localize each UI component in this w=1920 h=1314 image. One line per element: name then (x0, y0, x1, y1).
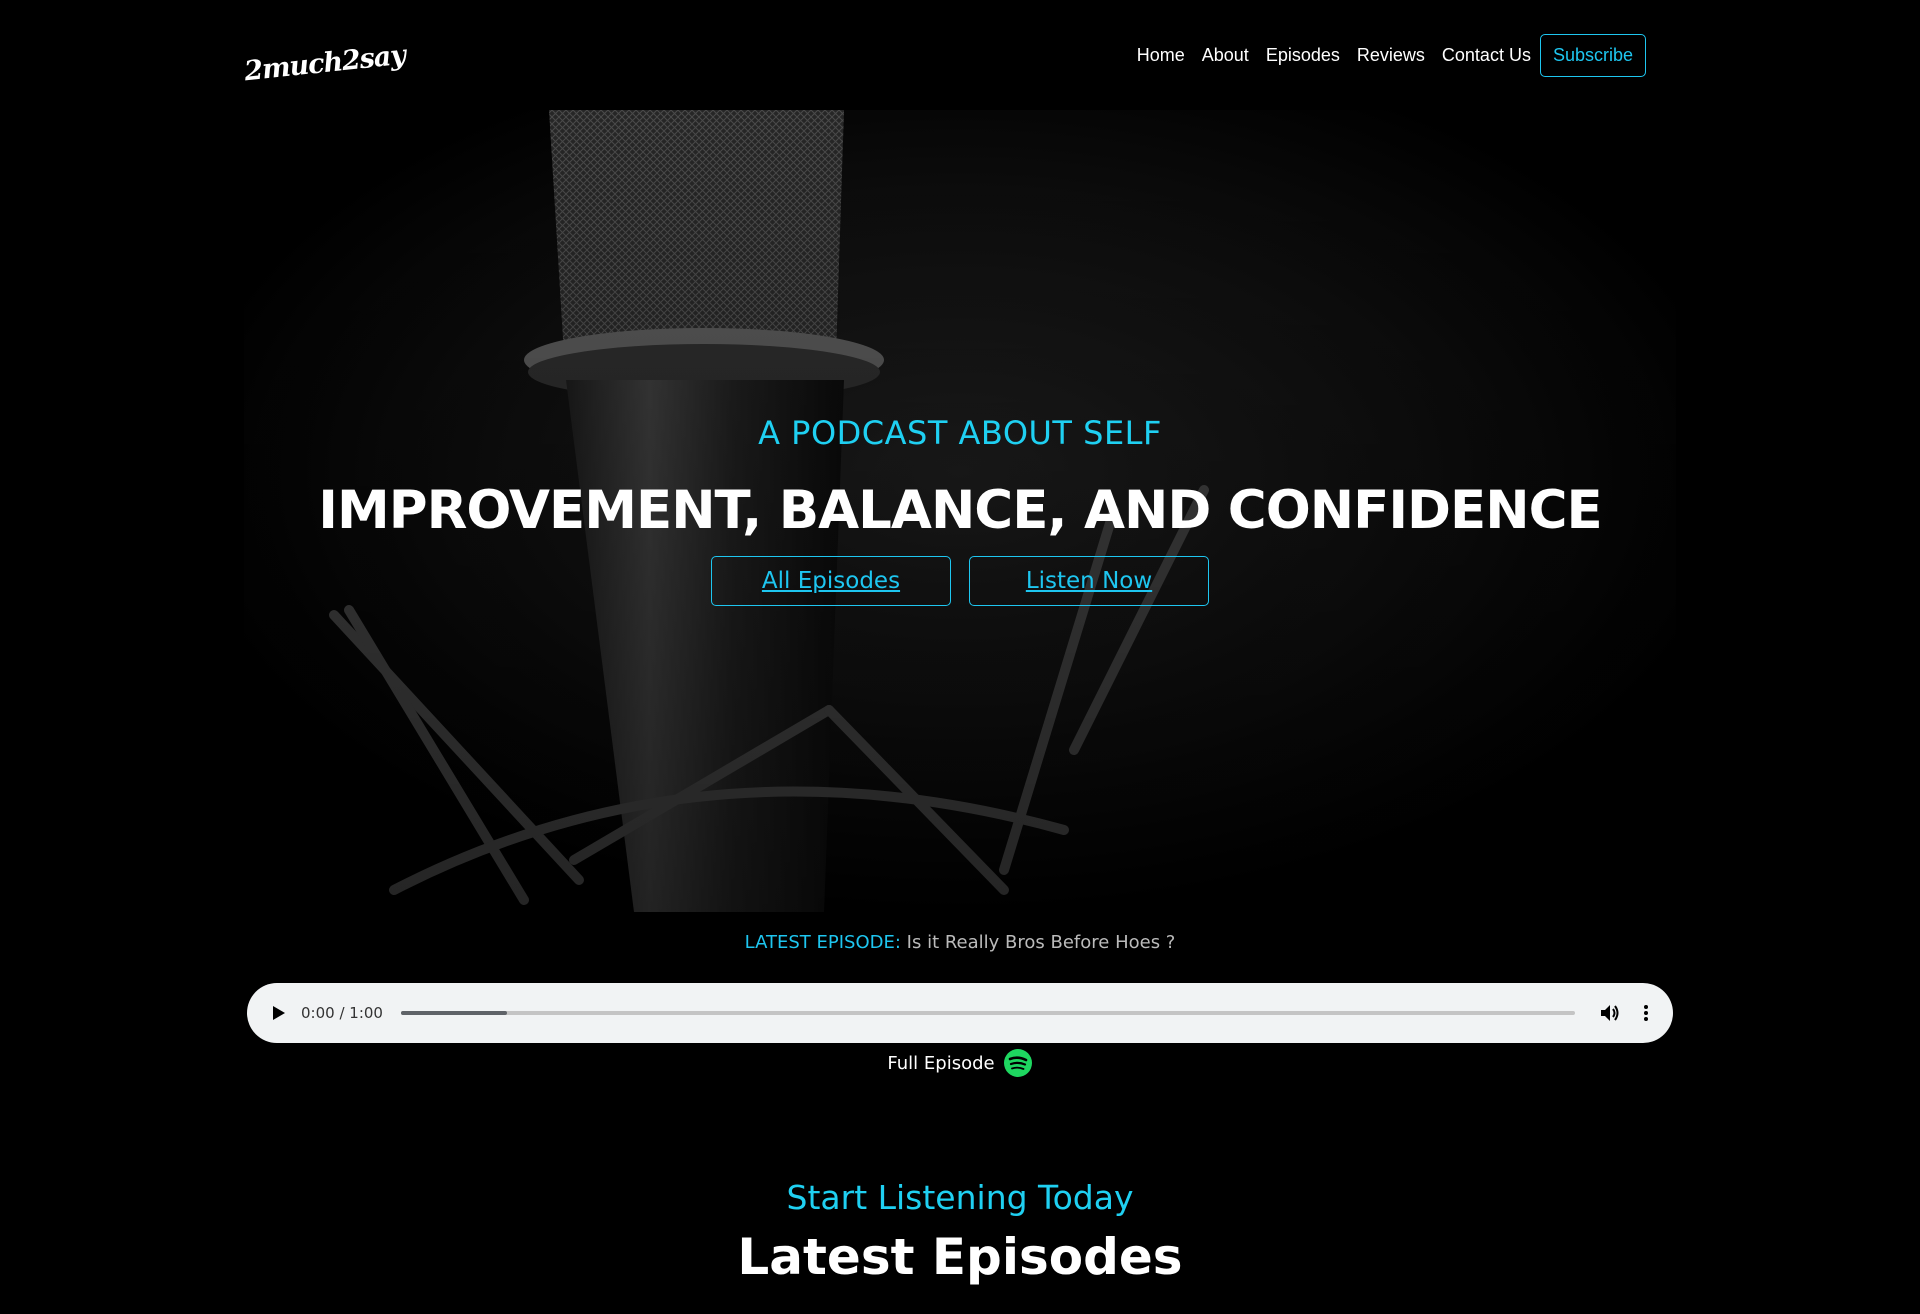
seek-bar[interactable] (400, 1011, 1575, 1015)
logo[interactable]: 2much2say (243, 22, 407, 88)
nav-about-link[interactable]: About (1202, 45, 1249, 66)
full-episode-link[interactable]: Full Episode (0, 1048, 1920, 1078)
volume-icon (1601, 1005, 1619, 1021)
spotify-icon[interactable] (1003, 1048, 1033, 1078)
latest-episode-title: Is it Really Bros Before Hoes ? (906, 932, 1176, 953)
play-icon (273, 1006, 285, 1020)
full-episode-label: Full Episode (887, 1052, 995, 1074)
more-options-button[interactable] (1641, 1002, 1651, 1024)
hero-section: A PODCAST ABOUT SELF IMPROVEMENT, BALANC… (244, 110, 1676, 912)
subscribe-button[interactable]: Subscribe (1539, 33, 1646, 77)
all-episodes-button[interactable]: All Episodes (711, 556, 951, 606)
logo-text: 2much2say (242, 39, 407, 87)
volume-button[interactable] (1599, 1002, 1621, 1024)
player-time: 0:00 / 1:00 (301, 1004, 383, 1022)
nav-contact-link[interactable]: Contact Us (1442, 45, 1531, 66)
nav-home-link[interactable]: Home (1137, 45, 1185, 66)
hero-tagline: A PODCAST ABOUT SELF (758, 414, 1162, 452)
hero-buttons: All Episodes Listen Now (244, 556, 1676, 606)
listen-now-button[interactable]: Listen Now (969, 556, 1209, 606)
nav-reviews-link[interactable]: Reviews (1357, 45, 1425, 66)
main-nav: Home About Episodes Reviews Contact Us S… (1120, 33, 1646, 77)
audio-player: 0:00 / 1:00 (247, 983, 1673, 1043)
hero-title: IMPROVEMENT, BALANCE, AND CONFIDENCE (318, 480, 1602, 541)
seek-bar-buffered (400, 1011, 507, 1015)
play-button[interactable] (269, 1003, 289, 1023)
section-subtitle: Start Listening Today (786, 1178, 1134, 1217)
latest-episode-label: LATEST EPISODE: (744, 932, 901, 953)
section-title: Latest Episodes (737, 1228, 1183, 1286)
nav-episodes-link[interactable]: Episodes (1266, 45, 1340, 66)
more-vertical-icon (1644, 1005, 1648, 1021)
latest-episode: LATEST EPISODE: Is it Really Bros Before… (0, 932, 1920, 953)
